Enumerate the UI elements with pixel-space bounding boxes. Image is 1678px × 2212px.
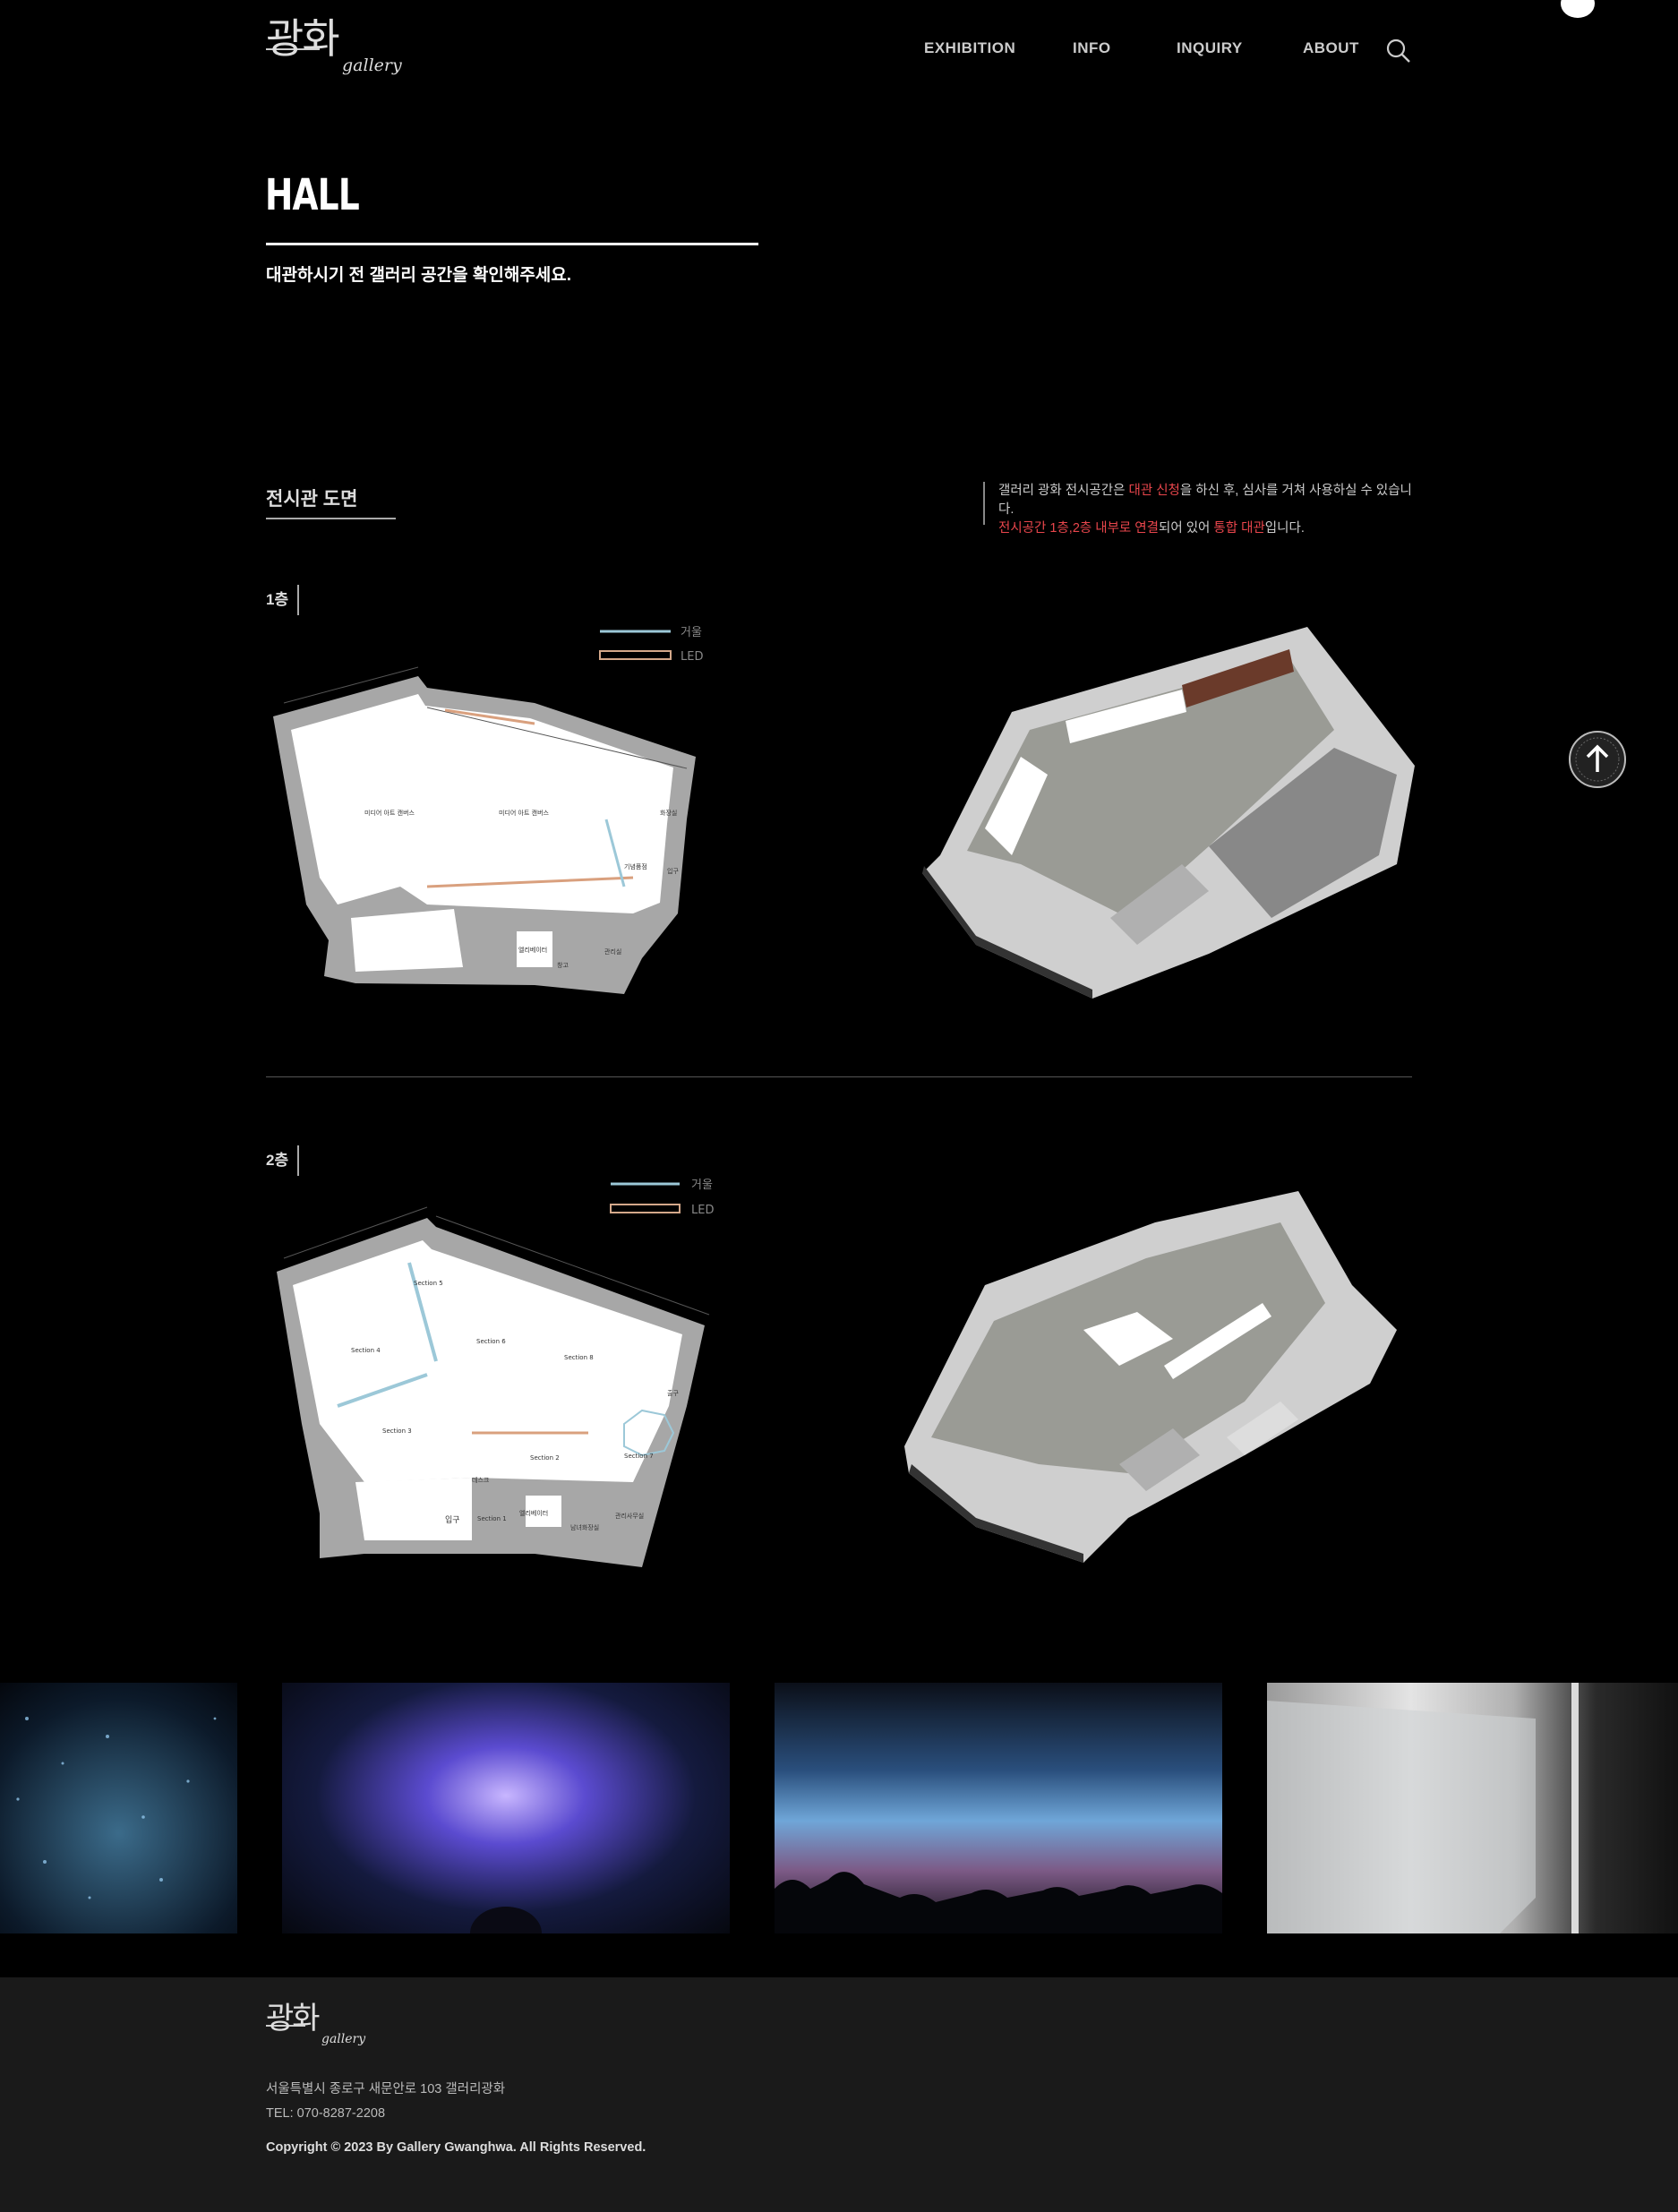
- room-label: 입구: [667, 868, 679, 875]
- plan-floor: [291, 694, 673, 913]
- notice-line-2: 전시공간 1층,2층 내부로 연결되어 있어 통합 대관입니다.: [998, 519, 1426, 538]
- room-label: 관리실: [604, 947, 621, 956]
- nav-exhibition[interactable]: EXHIBITION: [924, 39, 1015, 57]
- nav-info[interactable]: INFO: [1073, 39, 1111, 57]
- room-label: Section 8: [564, 1354, 594, 1361]
- notice-text: 되어 있어: [1158, 521, 1214, 536]
- footer-logo[interactable]: 광화 gallery: [266, 2001, 366, 2048]
- room-label: Section 3: [382, 1428, 412, 1435]
- logo-english: gallery: [342, 56, 402, 75]
- nav-inquiry[interactable]: INQUIRY: [1177, 39, 1243, 57]
- room-label: 출구: [667, 1389, 679, 1397]
- floor-divider: [266, 1076, 1412, 1077]
- isometric-view-1f: [922, 627, 1415, 999]
- legend-mirror-label: 거울: [691, 1179, 713, 1192]
- footer-address: 서울특별시 종로구 새문안로 103 갤러리광화: [266, 2082, 506, 2096]
- room-label: Section 7: [624, 1453, 654, 1460]
- room-label: Section 4: [351, 1347, 381, 1354]
- legend-led-box: [599, 650, 672, 660]
- notice-line-1: 갤러리 광화 전시공간은 대관 신청을 하신 후, 심사를 거쳐 사용하실 수 …: [998, 482, 1426, 519]
- scroll-top-button[interactable]: [1569, 731, 1626, 788]
- exhibition-photo: [775, 1683, 1222, 1933]
- floor-plan-2f: 거울 LED Section 5 Section 6 Section 4 Sec…: [277, 1179, 714, 1567]
- footer: [0, 1977, 1678, 2212]
- notice-highlight: 통합 대관: [1213, 521, 1265, 536]
- room-label: 엘리베이터: [518, 946, 547, 954]
- exhibition-photo: [1267, 1683, 1678, 1933]
- plan-stairs: [355, 1478, 472, 1540]
- site-logo[interactable]: 광화 gallery: [266, 14, 402, 81]
- room-label: 관리사무실: [615, 1512, 644, 1520]
- notice-text: 갤러리 광화 전시공간은: [998, 484, 1129, 498]
- room-label: Section 1: [477, 1515, 507, 1522]
- exhibition-photo: [282, 1683, 730, 1933]
- room-label: Section 5: [414, 1280, 443, 1287]
- floor-label-2f: 2층: [266, 1145, 300, 1176]
- search-icon[interactable]: [1385, 38, 1412, 64]
- legend-led-box: [610, 1204, 681, 1213]
- room-label: 화장실: [660, 809, 677, 817]
- plan-stairs: [351, 909, 463, 972]
- room-label: 남녀화장실: [570, 1523, 599, 1531]
- isometric-view-2f: [904, 1191, 1397, 1563]
- room-label: 창고: [557, 962, 569, 969]
- room-label: Section 6: [476, 1338, 506, 1345]
- room-label: 미디어 아트 캔버스: [499, 809, 550, 817]
- floor-plan-1f: 거울 LED 미디어 아트 캔버스 미디어 아트 캔버스 기념품점 화장실 엘리…: [273, 626, 703, 994]
- room-label: 엘리베이터: [519, 1509, 548, 1517]
- room-label: Section 2: [530, 1454, 560, 1462]
- legend-mirror-label: 거울: [681, 626, 702, 639]
- room-label: 기념품점: [624, 862, 647, 870]
- page-subtitle: 대관하시기 전 갤러리 공간을 확인해주세요.: [266, 266, 572, 285]
- exhibition-photo: [0, 1683, 237, 1933]
- visitor-silhouette: [470, 1907, 542, 1933]
- nav-about[interactable]: ABOUT: [1303, 39, 1359, 57]
- legend-led-label: LED: [681, 650, 703, 664]
- room-label: 미디어 아트 캔버스: [364, 809, 415, 817]
- room-label: 입구: [445, 1514, 460, 1525]
- arrow-up-icon: [1575, 737, 1620, 782]
- footer-copyright: Copyright © 2023 By Gallery Gwanghwa. Al…: [266, 2140, 646, 2155]
- title-underline: [266, 243, 758, 245]
- page-title: HALL: [265, 170, 360, 220]
- crowd-silhouettes: [775, 1872, 1222, 1933]
- section-underline: [266, 518, 396, 519]
- notice-highlight: 대관 신청: [1128, 484, 1180, 498]
- corner-dot: [1561, 0, 1595, 18]
- floor-label-1f: 1층: [266, 585, 300, 615]
- logo-korean: 광화: [266, 2001, 321, 2036]
- room-label: 데스크: [472, 1477, 490, 1484]
- logo-korean: 광화: [266, 14, 340, 63]
- notice-text: 입니다.: [1264, 521, 1305, 536]
- footer-tel: TEL: 070-8287-2208: [266, 2106, 386, 2121]
- notice-highlight: 전시공간 1층,2층 내부로 연결: [998, 521, 1159, 536]
- light-particles: [16, 1717, 217, 1899]
- logo-english: gallery: [321, 2032, 366, 2046]
- legend-led-label: LED: [691, 1204, 714, 1217]
- waterfall-projection: [1267, 1683, 1579, 1933]
- section-title: 전시관 도면: [266, 489, 358, 510]
- rental-notice: 갤러리 광화 전시공간은 대관 신청을 하신 후, 심사를 거쳐 사용하실 수 …: [983, 482, 1426, 536]
